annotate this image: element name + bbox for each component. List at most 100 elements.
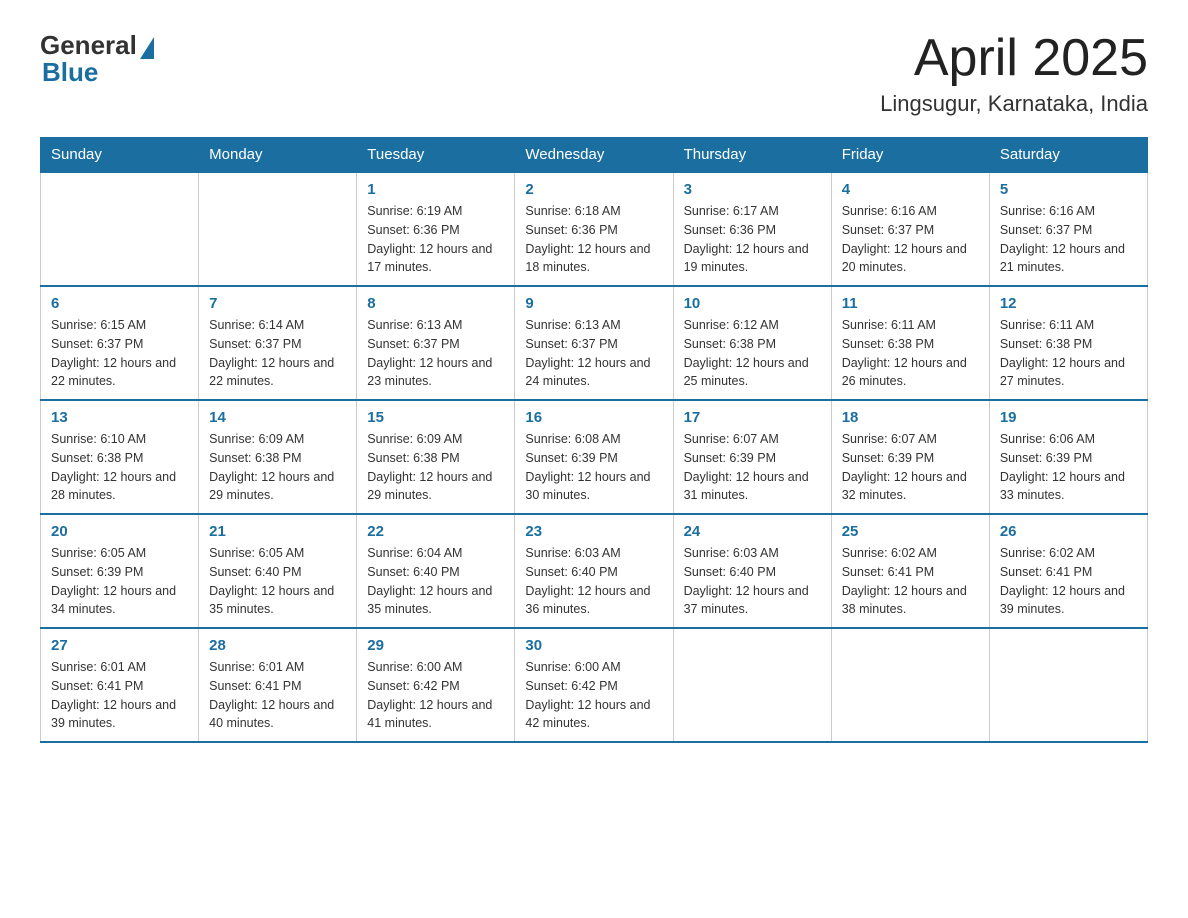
day-info: Sunrise: 6:00 AM Sunset: 6:42 PM Dayligh… bbox=[367, 658, 504, 733]
table-row: 21Sunrise: 6:05 AM Sunset: 6:40 PM Dayli… bbox=[199, 514, 357, 628]
table-row: 23 Sunrise: 6:03 AM Sunset: 6:40 PM Dayli… bbox=[515, 514, 673, 628]
table-row bbox=[831, 628, 989, 742]
col-thursday: Thursday bbox=[673, 138, 831, 173]
day-info: Sunrise: 6:01 AM Sunset: 6:41 PM Dayligh… bbox=[209, 658, 346, 733]
day-info: Sunrise: 6:10 AM Sunset: 6:38 PM Dayligh… bbox=[51, 430, 188, 505]
col-tuesday: Tuesday bbox=[357, 138, 515, 173]
day-info: Sunrise: 6:15 AM Sunset: 6:37 PM Dayligh… bbox=[51, 316, 188, 391]
table-row: 6Sunrise: 6:15 AM Sunset: 6:37 PM Daylig… bbox=[41, 286, 199, 400]
day-number: 15 bbox=[367, 409, 504, 426]
table-row: 5 Sunrise: 6:16 AM Sunset: 6:37 PM Daylig… bbox=[989, 172, 1147, 286]
calendar-table: Sunday Monday Tuesday Wednesday Thursday… bbox=[40, 137, 1148, 743]
day-number: 30 bbox=[525, 637, 662, 654]
day-number: 20 bbox=[51, 523, 188, 540]
day-number: 2 bbox=[525, 181, 662, 198]
table-row: 2 Sunrise: 6:18 AM Sunset: 6:36 PM Daylig… bbox=[515, 172, 673, 286]
day-info: Sunrise: 6:11 AM Sunset: 6:38 PM Dayligh… bbox=[1000, 316, 1137, 391]
calendar-week-row: 6Sunrise: 6:15 AM Sunset: 6:37 PM Daylig… bbox=[41, 286, 1148, 400]
table-row: 7 Sunrise: 6:14 AM Sunset: 6:37 PM Daylig… bbox=[199, 286, 357, 400]
table-row: 11 Sunrise: 6:11 AM Sunset: 6:38 PM Dayli… bbox=[831, 286, 989, 400]
day-number: 7 bbox=[209, 295, 346, 312]
day-number: 23 bbox=[525, 523, 662, 540]
table-row: 20Sunrise: 6:05 AM Sunset: 6:39 PM Dayli… bbox=[41, 514, 199, 628]
day-info: Sunrise: 6:03 AM Sunset: 6:40 PM Dayligh… bbox=[525, 544, 662, 619]
day-info: Sunrise: 6:11 AM Sunset: 6:38 PM Dayligh… bbox=[842, 316, 979, 391]
col-saturday: Saturday bbox=[989, 138, 1147, 173]
table-row: 24 Sunrise: 6:03 AM Sunset: 6:40 PM Dayli… bbox=[673, 514, 831, 628]
day-info: Sunrise: 6:13 AM Sunset: 6:37 PM Dayligh… bbox=[525, 316, 662, 391]
day-number: 28 bbox=[209, 637, 346, 654]
table-row: 25Sunrise: 6:02 AM Sunset: 6:41 PM Dayli… bbox=[831, 514, 989, 628]
table-row: 16Sunrise: 6:08 AM Sunset: 6:39 PM Dayli… bbox=[515, 400, 673, 514]
day-number: 8 bbox=[367, 295, 504, 312]
day-number: 1 bbox=[367, 181, 504, 198]
col-friday: Friday bbox=[831, 138, 989, 173]
table-row: 9Sunrise: 6:13 AM Sunset: 6:37 PM Daylig… bbox=[515, 286, 673, 400]
calendar-week-row: 1 Sunrise: 6:19 AM Sunset: 6:36 PM Daylig… bbox=[41, 172, 1148, 286]
day-info: Sunrise: 6:04 AM Sunset: 6:40 PM Dayligh… bbox=[367, 544, 504, 619]
day-number: 24 bbox=[684, 523, 821, 540]
day-info: Sunrise: 6:16 AM Sunset: 6:37 PM Dayligh… bbox=[1000, 202, 1137, 277]
day-info: Sunrise: 6:18 AM Sunset: 6:36 PM Dayligh… bbox=[525, 202, 662, 277]
day-info: Sunrise: 6:02 AM Sunset: 6:41 PM Dayligh… bbox=[1000, 544, 1137, 619]
calendar-week-row: 20Sunrise: 6:05 AM Sunset: 6:39 PM Dayli… bbox=[41, 514, 1148, 628]
day-info: Sunrise: 6:07 AM Sunset: 6:39 PM Dayligh… bbox=[684, 430, 821, 505]
calendar-week-row: 13 Sunrise: 6:10 AM Sunset: 6:38 PM Dayli… bbox=[41, 400, 1148, 514]
table-row: 17 Sunrise: 6:07 AM Sunset: 6:39 PM Dayli… bbox=[673, 400, 831, 514]
table-row bbox=[199, 172, 357, 286]
day-number: 18 bbox=[842, 409, 979, 426]
table-row: 26 Sunrise: 6:02 AM Sunset: 6:41 PM Dayli… bbox=[989, 514, 1147, 628]
day-number: 25 bbox=[842, 523, 979, 540]
table-row: 1 Sunrise: 6:19 AM Sunset: 6:36 PM Daylig… bbox=[357, 172, 515, 286]
day-info: Sunrise: 6:06 AM Sunset: 6:39 PM Dayligh… bbox=[1000, 430, 1137, 505]
table-row: 3Sunrise: 6:17 AM Sunset: 6:36 PM Daylig… bbox=[673, 172, 831, 286]
day-info: Sunrise: 6:12 AM Sunset: 6:38 PM Dayligh… bbox=[684, 316, 821, 391]
day-info: Sunrise: 6:16 AM Sunset: 6:37 PM Dayligh… bbox=[842, 202, 979, 277]
table-row: 14 Sunrise: 6:09 AM Sunset: 6:38 PM Dayli… bbox=[199, 400, 357, 514]
day-info: Sunrise: 6:14 AM Sunset: 6:37 PM Dayligh… bbox=[209, 316, 346, 391]
table-row bbox=[41, 172, 199, 286]
table-row: 19 Sunrise: 6:06 AM Sunset: 6:39 PM Dayli… bbox=[989, 400, 1147, 514]
table-row bbox=[989, 628, 1147, 742]
day-number: 26 bbox=[1000, 523, 1137, 540]
day-number: 14 bbox=[209, 409, 346, 426]
day-number: 17 bbox=[684, 409, 821, 426]
table-row: 15Sunrise: 6:09 AM Sunset: 6:38 PM Dayli… bbox=[357, 400, 515, 514]
table-row: 22 Sunrise: 6:04 AM Sunset: 6:40 PM Dayli… bbox=[357, 514, 515, 628]
title-section: April 2025 Lingsugur, Karnataka, India bbox=[880, 30, 1148, 117]
day-number: 11 bbox=[842, 295, 979, 312]
logo-triangle-icon bbox=[140, 37, 154, 59]
day-info: Sunrise: 6:07 AM Sunset: 6:39 PM Dayligh… bbox=[842, 430, 979, 505]
day-number: 29 bbox=[367, 637, 504, 654]
day-info: Sunrise: 6:03 AM Sunset: 6:40 PM Dayligh… bbox=[684, 544, 821, 619]
day-number: 22 bbox=[367, 523, 504, 540]
table-row: 28 Sunrise: 6:01 AM Sunset: 6:41 PM Dayli… bbox=[199, 628, 357, 742]
day-number: 21 bbox=[209, 523, 346, 540]
day-info: Sunrise: 6:01 AM Sunset: 6:41 PM Dayligh… bbox=[51, 658, 188, 733]
logo-blue-text: Blue bbox=[42, 57, 98, 88]
col-sunday: Sunday bbox=[41, 138, 199, 173]
calendar-header-row: Sunday Monday Tuesday Wednesday Thursday… bbox=[41, 138, 1148, 173]
day-info: Sunrise: 6:00 AM Sunset: 6:42 PM Dayligh… bbox=[525, 658, 662, 733]
day-number: 19 bbox=[1000, 409, 1137, 426]
page-header: General Blue April 2025 Lingsugur, Karna… bbox=[40, 30, 1148, 117]
logo: General Blue bbox=[40, 30, 154, 88]
day-info: Sunrise: 6:08 AM Sunset: 6:39 PM Dayligh… bbox=[525, 430, 662, 505]
day-info: Sunrise: 6:13 AM Sunset: 6:37 PM Dayligh… bbox=[367, 316, 504, 391]
day-number: 27 bbox=[51, 637, 188, 654]
day-info: Sunrise: 6:09 AM Sunset: 6:38 PM Dayligh… bbox=[209, 430, 346, 505]
day-number: 5 bbox=[1000, 181, 1137, 198]
table-row bbox=[673, 628, 831, 742]
day-number: 10 bbox=[684, 295, 821, 312]
day-number: 13 bbox=[51, 409, 188, 426]
day-number: 4 bbox=[842, 181, 979, 198]
table-row: 30 Sunrise: 6:00 AM Sunset: 6:42 PM Dayli… bbox=[515, 628, 673, 742]
table-row: 10 Sunrise: 6:12 AM Sunset: 6:38 PM Dayli… bbox=[673, 286, 831, 400]
table-row: 4 Sunrise: 6:16 AM Sunset: 6:37 PM Daylig… bbox=[831, 172, 989, 286]
table-row: 18 Sunrise: 6:07 AM Sunset: 6:39 PM Dayli… bbox=[831, 400, 989, 514]
day-number: 3 bbox=[684, 181, 821, 198]
location-title: Lingsugur, Karnataka, India bbox=[880, 91, 1148, 117]
table-row: 27 Sunrise: 6:01 AM Sunset: 6:41 PM Dayli… bbox=[41, 628, 199, 742]
day-info: Sunrise: 6:19 AM Sunset: 6:36 PM Dayligh… bbox=[367, 202, 504, 277]
table-row: 8 Sunrise: 6:13 AM Sunset: 6:37 PM Daylig… bbox=[357, 286, 515, 400]
